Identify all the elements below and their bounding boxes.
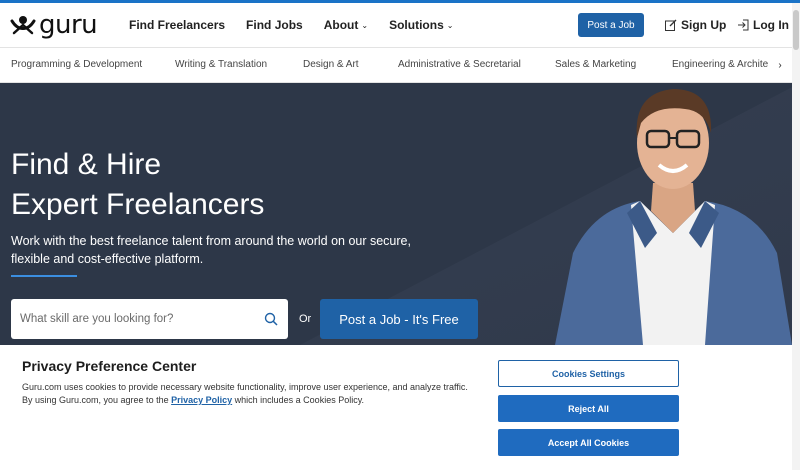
hero-section: Find & Hire Expert Freelancers Work with… bbox=[0, 83, 792, 345]
category-engineering[interactable]: Engineering & Architect bbox=[672, 48, 776, 82]
nav-label: Find Jobs bbox=[246, 18, 303, 32]
chevron-down-icon: ⌄ bbox=[361, 20, 369, 30]
nav-about[interactable]: About ⌄ bbox=[324, 18, 368, 32]
login-label: Log In bbox=[753, 18, 789, 32]
main-nav: Find Freelancers Find Jobs About ⌄ Soluti… bbox=[129, 3, 474, 47]
cookies-settings-button[interactable]: Cookies Settings bbox=[498, 360, 679, 387]
skill-search-box bbox=[11, 299, 288, 339]
nav-find-jobs[interactable]: Find Jobs bbox=[246, 18, 303, 32]
nav-label: Solutions bbox=[389, 18, 444, 32]
scrollbar-thumb[interactable] bbox=[793, 10, 799, 50]
post-job-free-button[interactable]: Post a Job - It's Free bbox=[320, 299, 478, 339]
nav-label: Find Freelancers bbox=[129, 18, 226, 32]
guru-logo[interactable]: guru bbox=[10, 10, 98, 40]
reject-all-button[interactable]: Reject All bbox=[498, 395, 679, 422]
hero-title-line2: Expert Freelancers bbox=[11, 188, 265, 221]
chevron-right-icon[interactable]: › bbox=[768, 48, 792, 82]
or-text: Or bbox=[299, 313, 312, 325]
nav-label: About bbox=[323, 18, 359, 32]
login-icon bbox=[737, 19, 749, 31]
category-administrative[interactable]: Administrative & Secretarial bbox=[398, 48, 521, 82]
category-writing[interactable]: Writing & Translation bbox=[175, 48, 267, 82]
hero-divider bbox=[11, 275, 77, 277]
guru-logo-icon bbox=[10, 16, 36, 35]
cookie-banner: Privacy Preference Center Guru.com uses … bbox=[0, 345, 792, 470]
hero-title: Find & Hire Expert Freelancers bbox=[11, 145, 264, 225]
nav-find-freelancers[interactable]: Find Freelancers bbox=[129, 18, 225, 32]
privacy-policy-link[interactable]: Privacy Policy bbox=[171, 395, 232, 405]
scrollbar-track[interactable] bbox=[792, 3, 800, 470]
signup-link[interactable]: Sign Up bbox=[665, 3, 726, 47]
post-a-job-button[interactable]: Post a Job bbox=[578, 13, 644, 37]
cookie-text-after: which includes a Cookies Policy. bbox=[232, 395, 365, 405]
search-icon[interactable] bbox=[264, 312, 278, 331]
hero-title-line1: Find & Hire bbox=[11, 148, 162, 181]
signup-label: Sign Up bbox=[681, 18, 727, 32]
cookie-title: Privacy Preference Center bbox=[22, 358, 197, 374]
logo-text: guru bbox=[39, 10, 98, 40]
category-programming[interactable]: Programming & Development bbox=[11, 48, 142, 82]
category-sales[interactable]: Sales & Marketing bbox=[555, 48, 636, 82]
category-bar: Programming & Development Writing & Tran… bbox=[0, 47, 792, 83]
edit-icon bbox=[665, 19, 677, 31]
skill-search-input[interactable] bbox=[11, 299, 261, 339]
cookie-description: Guru.com uses cookies to provide necessa… bbox=[22, 381, 472, 407]
hero-subtitle: Work with the best freelance talent from… bbox=[11, 234, 411, 266]
accept-all-cookies-button[interactable]: Accept All Cookies bbox=[498, 429, 679, 456]
login-link[interactable]: Log In bbox=[737, 3, 789, 47]
chevron-down-icon: ⌄ bbox=[446, 20, 454, 30]
site-header: guru Find Freelancers Find Jobs About ⌄ S… bbox=[0, 3, 792, 47]
nav-solutions[interactable]: Solutions ⌄ bbox=[389, 18, 453, 32]
freelancer-photo bbox=[555, 89, 792, 345]
category-design[interactable]: Design & Art bbox=[303, 48, 359, 82]
